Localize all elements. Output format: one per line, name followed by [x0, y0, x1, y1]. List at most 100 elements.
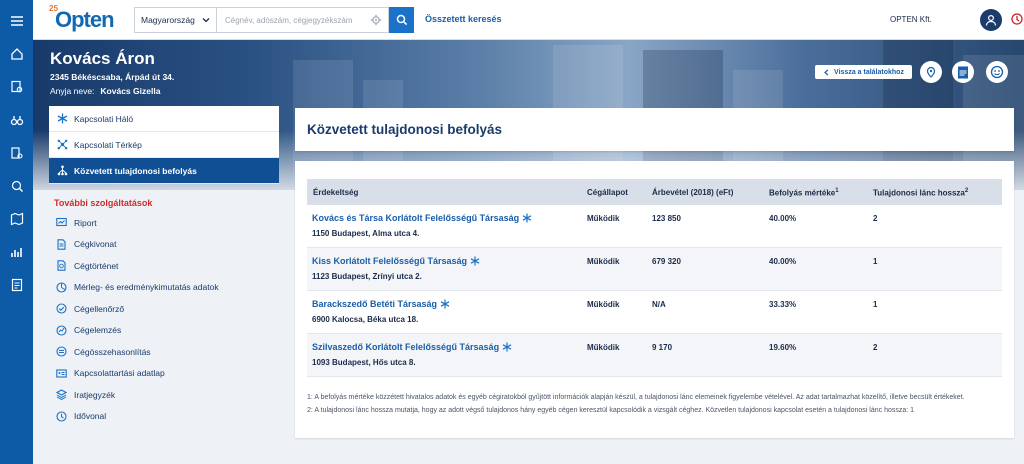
company-chain: 2 [873, 343, 878, 352]
snowflake-icon[interactable] [440, 299, 450, 309]
col-chain-label: Tulajdonosi lánc hossza [873, 188, 965, 198]
snowflake-icon[interactable] [502, 342, 512, 352]
service-idovonal[interactable]: Idővonal [49, 406, 279, 428]
home-icon[interactable] [0, 37, 33, 70]
binoculars-icon[interactable] [0, 103, 33, 136]
company-revenue: 123 850 [652, 214, 681, 223]
check-icon [56, 303, 67, 314]
service-riport[interactable]: Riport [49, 212, 279, 234]
service-iratjegyzek[interactable]: Iratjegyzék [49, 384, 279, 406]
document-search-icon[interactable] [0, 70, 33, 103]
company-chain: 2 [873, 214, 878, 223]
pdf-export-button[interactable] [952, 61, 974, 83]
sidebar: Kapcsolati Háló Kapcsolati Térkép Közvet… [49, 106, 279, 464]
person-address: 2345 Békéscsaba, Árpád út 34. [50, 72, 175, 82]
tab-kapcsolati-terkep[interactable]: Kapcsolati Térkép [49, 132, 279, 158]
service-label: Mérleg- és eredménykimutatás adatok [74, 282, 219, 293]
person-name: Kovács Áron [50, 49, 155, 68]
company-status: Működik [587, 300, 620, 309]
company-status: Működik [587, 257, 620, 266]
back-to-results-button[interactable]: Vissza a találatokhoz [815, 65, 912, 79]
search-box [216, 7, 389, 33]
company-link[interactable]: Kovács és Társa Korlátolt Felelősségű Tá… [312, 213, 532, 223]
top-bar: 25 Opten Magyarország Összetett keresés … [33, 0, 1024, 40]
user-icon [985, 14, 997, 26]
search-icon [396, 14, 407, 26]
report-list-icon[interactable] [0, 268, 33, 301]
company-link[interactable]: Kiss Korlátolt Felelősségű Társaság [312, 256, 480, 266]
contact-card-icon [56, 369, 67, 378]
service-label: Kapcsolattartási adatlap [74, 368, 165, 379]
company-influence: 40.00% [769, 214, 797, 223]
country-value: Magyarország [141, 15, 195, 25]
snowflake-icon[interactable] [470, 256, 480, 266]
opten-logo[interactable]: 25 Opten [49, 4, 115, 34]
history-icon [57, 260, 66, 271]
footnote-2: 2: A tulajdonosi lánc hossza mutatja, ho… [307, 407, 915, 414]
company-chain: 1 [873, 257, 878, 266]
settings-button[interactable] [986, 61, 1008, 83]
layers-icon [56, 389, 67, 401]
compare-icon [56, 346, 67, 357]
tab-kapcsolati-halo[interactable]: Kapcsolati Háló [49, 106, 279, 132]
service-merleg[interactable]: Mérleg- és eredménykimutatás adatok [49, 277, 279, 299]
location-pin-icon [926, 66, 936, 78]
mother-name: Anyja neve: Kovács Gizella [50, 86, 160, 96]
company-status: Működik [587, 343, 620, 352]
table-row: Kiss Korlátolt Felelősségű Társaság 1123… [307, 248, 1002, 291]
company-name: Kiss Korlátolt Felelősségű Társaság [312, 256, 468, 266]
statistics-icon[interactable] [0, 235, 33, 268]
menu-icon[interactable] [0, 4, 33, 37]
mother-label: Anyja neve: [50, 86, 95, 96]
snowflake-icon[interactable] [522, 213, 532, 223]
snowflake-icon [57, 113, 68, 124]
tab-kozvetett-befolyas[interactable]: Közvetett tulajdonosi befolyás [49, 158, 279, 184]
country-select[interactable]: Magyarország [134, 7, 216, 33]
company-revenue: N/A [652, 300, 666, 309]
col-interest: Érdekeltség [313, 188, 359, 197]
notification-icon[interactable] [1011, 13, 1023, 25]
footnotes: 1: A befolyás mértéke közzétett hivatalo… [307, 393, 1002, 419]
map-icon[interactable] [0, 202, 33, 235]
user-avatar[interactable] [980, 9, 1002, 31]
col-influence-sup: 1 [835, 188, 839, 194]
col-influence-label: Befolyás mértéke [769, 188, 836, 198]
chevron-left-icon [824, 69, 829, 75]
company-chain: 1 [873, 300, 878, 309]
content-title-box: Közvetett tulajdonosi befolyás [295, 108, 1014, 151]
service-cegelemzes[interactable]: Cégelemzés [49, 320, 279, 342]
page-title: Közvetett tulajdonosi befolyás [307, 122, 503, 137]
relation-tabs: Kapcsolati Háló Kapcsolati Térkép Közvet… [49, 106, 279, 184]
table-row: Szilvaszedő Korlátolt Felelősségű Társas… [307, 334, 1002, 377]
back-to-results-label: Vissza a találatokhoz [834, 68, 904, 76]
service-label: Cégösszehasonlítás [74, 346, 151, 357]
company-link[interactable]: Szilvaszedő Korlátolt Felelősségű Társas… [312, 342, 512, 352]
location-button[interactable] [920, 61, 942, 83]
service-cegellenorzo[interactable]: Cégellenőrző [49, 298, 279, 320]
tab-label: Közvetett tulajdonosi befolyás [74, 165, 197, 176]
service-cegtortenet[interactable]: Cégtörténet [49, 255, 279, 277]
company-name: Kovács és Társa Korlátolt Felelősségű Tá… [312, 213, 520, 223]
service-label: Cégellenőrző [74, 303, 125, 314]
search-input[interactable] [217, 8, 367, 32]
network-icon [57, 139, 68, 150]
service-cegosszehasonlitas[interactable]: Cégösszehasonlítás [49, 341, 279, 363]
company-name: Barackszedő Betéti Társaság [312, 299, 438, 309]
chevron-down-icon [202, 18, 210, 23]
globe-search-icon[interactable] [0, 169, 33, 202]
chart-icon [56, 282, 67, 293]
company-revenue: 9 170 [652, 343, 673, 352]
gear-icon[interactable] [370, 14, 382, 26]
search-button[interactable] [389, 7, 414, 33]
company-address: 1093 Budapest, Hős utca 8. [312, 358, 416, 367]
left-rail [0, 0, 33, 464]
service-cegkivonat[interactable]: Cégkivonat [49, 234, 279, 256]
company-address: 6900 Kalocsa, Béka utca 18. [312, 315, 419, 324]
company-name: OPTEN Kft. [890, 15, 932, 24]
service-kapcsolattartasi[interactable]: Kapcsolattartási adatlap [49, 363, 279, 385]
company-link[interactable]: Barackszedő Betéti Társaság [312, 299, 450, 309]
mother-value: Kovács Gizella [100, 86, 161, 96]
company-list-icon[interactable] [0, 136, 33, 169]
advanced-search-link[interactable]: Összetett keresés [425, 14, 502, 24]
company-influence: 40.00% [769, 257, 797, 266]
